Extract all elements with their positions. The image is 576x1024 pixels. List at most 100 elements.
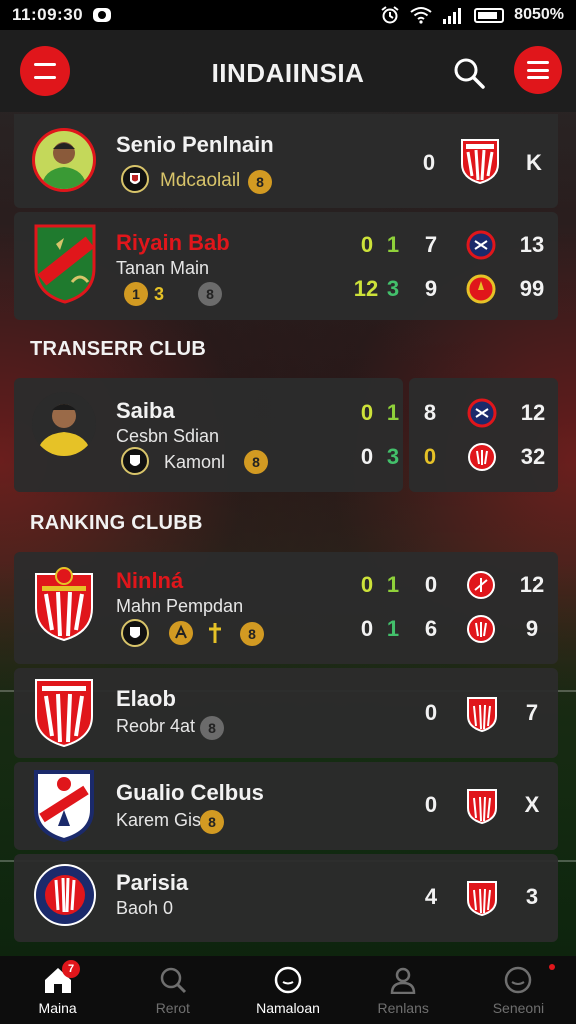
nav-label: Maina xyxy=(38,1000,77,1016)
nav-label: Namaloan xyxy=(256,1000,320,1016)
player-club: Mdcaolail xyxy=(160,170,241,191)
player-subtitle: Cesbn Sdian xyxy=(116,426,220,446)
club-crest-icon xyxy=(34,864,96,926)
club-mini-icon xyxy=(467,615,495,643)
player-avatar xyxy=(32,392,96,456)
rating-chip: 8 xyxy=(200,716,224,740)
club-mini-icon xyxy=(466,274,496,304)
club-crest-icon xyxy=(34,770,94,842)
club-name: Elaob xyxy=(116,686,176,711)
club-card[interactable]: Riyain Bab Tanan Main 1 3 8 0 1 7 13 12 … xyxy=(14,212,558,320)
section-title-transfer: TRANSERR CLUB xyxy=(30,338,207,360)
club-mini-icon xyxy=(468,443,496,471)
page-title: IINDAIINSIA xyxy=(211,58,365,88)
stat-num: 0 xyxy=(360,444,374,469)
right-value: 12 xyxy=(520,400,546,425)
user-icon xyxy=(390,967,416,994)
club-name: Parisia xyxy=(116,870,189,895)
right-value: 99 xyxy=(519,276,545,301)
player-score: 0 xyxy=(422,150,436,175)
transfer-card[interactable]: Saiba Cesbn Sdian Kamonl 8 0 1 0 3 xyxy=(14,378,403,492)
club-mini-icon xyxy=(467,398,497,428)
team-crest-icon xyxy=(467,789,497,824)
club-subtitle: Reobr 4at xyxy=(116,716,196,736)
ranking-row[interactable]: Elaob Reobr 4at 8 0 7 xyxy=(14,668,558,758)
status-time: 11:09:30 xyxy=(12,5,84,24)
transfer-side-card[interactable]: 8 12 0 32 xyxy=(409,378,558,492)
player-name: Saiba xyxy=(116,398,175,423)
stat-chip: 1 xyxy=(124,282,148,306)
player-card[interactable]: Senio Penlnain Mdcaolail 8 0 K xyxy=(14,114,558,208)
stat-num: 0 xyxy=(360,232,374,257)
status-bar: 11:09:30 8050% xyxy=(0,0,576,30)
notification-dot xyxy=(548,964,555,970)
club-score: 0 xyxy=(424,700,438,725)
nav-item-home[interactable]: 7 Maina xyxy=(0,956,115,1024)
right-value: 12 xyxy=(519,572,545,597)
stat-num: 7 xyxy=(424,232,438,257)
nav-label: Seneoni xyxy=(492,1000,545,1016)
section-title-ranking: RANKING CLUBB xyxy=(30,512,203,534)
team-crest-icon xyxy=(461,139,499,184)
stat-num: 1 xyxy=(386,232,400,257)
player-right-value: K xyxy=(526,150,542,175)
club-name: Riyain Bab xyxy=(116,230,230,255)
nav-item-profile[interactable]: Renlans xyxy=(346,956,461,1024)
right-value: 9 xyxy=(525,616,539,641)
club-crest-icon xyxy=(34,224,96,304)
signal-icon xyxy=(443,8,462,24)
player-name: Senio Penlnain xyxy=(116,132,274,157)
club-crest-icon xyxy=(121,165,149,193)
club-subtitle: Karem Gis xyxy=(116,810,202,830)
search-icon[interactable] xyxy=(452,56,486,90)
app-header: IINDAIINSIA xyxy=(0,30,576,112)
nav-item-settings[interactable]: Seneoni xyxy=(461,956,576,1024)
stat-num: 12 xyxy=(353,276,379,301)
settings-icon xyxy=(505,966,532,994)
club-name: Gualio Celbus xyxy=(116,780,264,805)
club-score: 4 xyxy=(424,884,438,909)
player-club: Kamonl xyxy=(164,452,226,472)
rating-chip: 8 xyxy=(244,450,268,474)
right-value: 7 xyxy=(525,700,539,725)
stat-num: 0 xyxy=(360,616,374,641)
clock-icon xyxy=(274,966,302,994)
right-value: 13 xyxy=(519,232,545,257)
nav-label: Renlans xyxy=(377,1000,429,1016)
club-mini-icon xyxy=(467,571,495,599)
stat-num: 9 xyxy=(424,276,438,301)
club-subtitle: Tanan Main xyxy=(116,258,210,278)
ranking-row[interactable]: Gualio Celbus Karem Gis 8 0 X xyxy=(14,762,558,850)
nav-item-schedule[interactable]: Namaloan xyxy=(230,956,345,1024)
club-crest-icon xyxy=(35,567,93,642)
stat-num: 3 xyxy=(386,444,400,469)
notification-icon xyxy=(93,8,112,22)
stat-num: 1 xyxy=(386,616,400,641)
club-name: Ninlná xyxy=(116,568,184,593)
search-icon xyxy=(160,967,186,994)
stat-chip: 8 xyxy=(198,282,222,306)
ranking-row[interactable]: Parisia Baoh 0 4 3 xyxy=(14,854,558,942)
nav-item-search[interactable]: Rerot xyxy=(115,956,230,1024)
club-mini-icon xyxy=(466,230,496,260)
team-crest-icon xyxy=(467,697,497,732)
boot-icon xyxy=(169,621,193,645)
club-crest-icon xyxy=(121,619,149,647)
stat-num: 1 xyxy=(386,400,400,425)
right-value: 3 xyxy=(525,884,539,909)
stat-num: 0 xyxy=(424,572,438,597)
club-subtitle: Baoh 0 xyxy=(116,898,174,918)
battery-percent: 8050% xyxy=(514,6,564,23)
battery-icon xyxy=(474,7,505,23)
team-crest-icon xyxy=(467,881,497,916)
club-crest-icon xyxy=(35,679,93,748)
club-subtitle: Mahn Pempdan xyxy=(116,596,244,616)
bottom-nav: 7 Maina Rerot Namaloan Renlans Seneoni xyxy=(0,956,576,1024)
stat-num: 0 xyxy=(360,400,374,425)
stat-num: 6 xyxy=(424,616,438,641)
menu-button-right[interactable] xyxy=(514,46,562,94)
stat-value: 3 xyxy=(154,284,165,304)
notification-badge: 7 xyxy=(62,960,80,978)
stat-num: 0 xyxy=(423,444,437,469)
ranking-row[interactable]: Ninlná Mahn Pempdan 8 0 1 0 12 0 1 6 9 xyxy=(14,552,558,664)
